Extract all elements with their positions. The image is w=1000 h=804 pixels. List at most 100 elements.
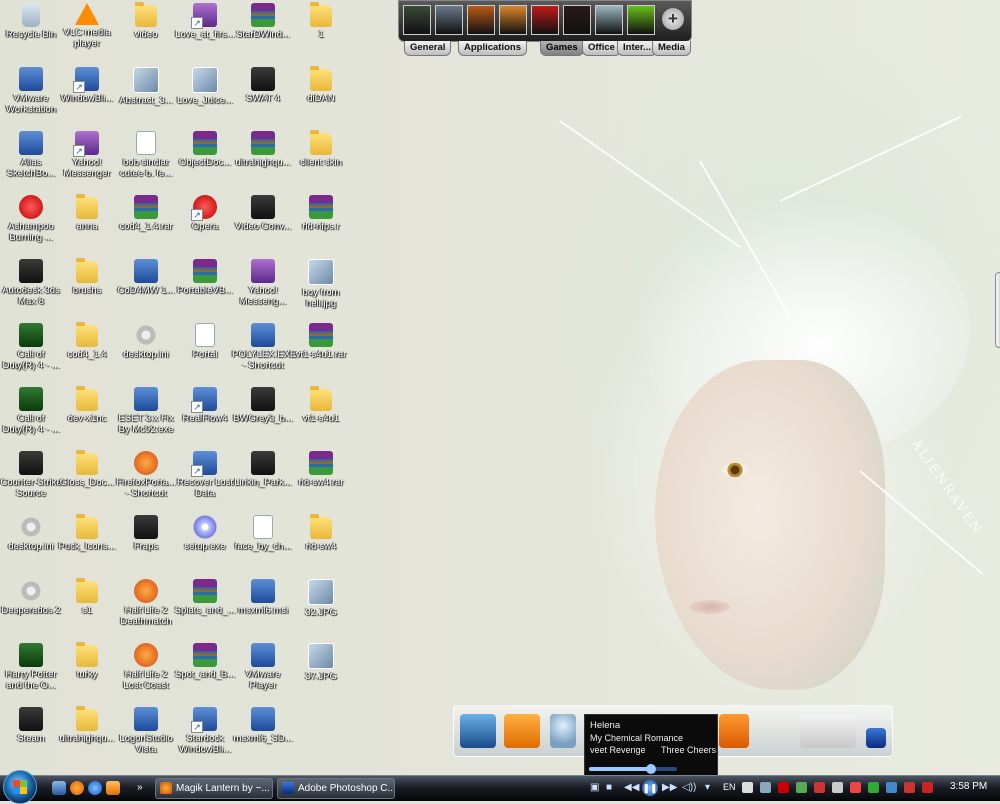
desktop-icon[interactable]: brushs [56,258,118,296]
desktop-icon[interactable]: Yahoo! Messeng... [232,259,294,307]
desktop-icon[interactable]: RealFlow4 [174,387,236,424]
desktop-icon[interactable]: Love_at_firs... [174,3,236,40]
desktop-icon[interactable]: desktop.ini [115,323,177,360]
desktop-icon[interactable]: bob sinclar cutee b. fe... [115,131,177,179]
tray-app-icon[interactable] [742,782,753,793]
desktop-icon[interactable]: vt1-s4u1 [290,386,352,424]
dock-tab[interactable]: Games [540,41,584,56]
desktop-icon[interactable]: SWAT 4 [232,67,294,104]
desktop-icon[interactable]: POLYLEX.EXE - Shortcut [232,323,296,371]
desktop-icon[interactable]: boy from hell.jpg [290,259,352,309]
tray-update-icon[interactable] [850,782,861,793]
desktop-icon[interactable]: turky [56,642,118,680]
desktop-icon[interactable]: anna [56,194,118,232]
tray-volume-icon[interactable] [832,782,843,793]
sidebar-edge-handle[interactable] [995,272,1000,348]
photoshop-task-button[interactable]: Adobe Photoshop C... [277,778,395,799]
start-button[interactable] [3,770,37,804]
desktop-icon[interactable]: VLC media player [56,3,118,49]
desktop-icon[interactable]: Call of Duty(R) 4 - ... [0,323,62,371]
tray-download-icon[interactable] [904,782,915,793]
desktop-icon[interactable]: desktop.ini [0,515,62,552]
hitman-icon[interactable] [563,5,591,35]
desktop-icon[interactable]: FirefoxPorta... - Shortcut [115,451,177,499]
desktop-icon[interactable]: Call of Duty(R) 4 - ... [0,387,62,435]
desktop-icon[interactable]: Fraps [115,515,177,552]
firefox-icon[interactable] [70,781,84,795]
desktop-icon[interactable]: LogonStudio Vista [115,707,177,755]
folder-icon[interactable] [504,714,540,748]
desktop-icon[interactable]: WindowBli... [56,67,118,104]
desktop-icon[interactable]: 37.JPG [290,643,352,682]
pause-icon[interactable]: ❚❚ [642,780,658,796]
desktop-icon[interactable]: video [115,2,177,40]
desktop-icon[interactable]: Steam [0,707,62,744]
desktop-icon[interactable]: Recover Lost Data [174,451,236,499]
desktop-icon[interactable]: diDAN [290,66,352,104]
desktop-icon[interactable]: Yahoo! Messenger [56,131,118,179]
desktop-icon[interactable]: 1 [290,2,352,40]
game-icon-8[interactable] [627,5,655,35]
dock-tab[interactable]: Office [582,41,621,56]
desktop-icon[interactable]: rld-sw4 [290,514,352,552]
media-player-icon[interactable] [719,714,749,748]
desktop-icon[interactable]: rld-nfps.r [290,195,352,232]
stop-icon[interactable]: ■ [606,781,612,795]
desktop-icon[interactable]: Recycle Bin [0,3,62,40]
desktop-icon[interactable]: Autodesk 3ds Max 8 [0,259,62,307]
desktop-icon[interactable]: VMware Player [232,643,294,691]
desktop-icon[interactable]: Gloss_Doc... [56,450,118,488]
desktop-icon[interactable]: Spot_and_B... [174,643,236,680]
game-icon-3[interactable] [467,5,495,35]
desktop[interactable]: ALIENRAVEN Recycle Bin VLC media player vi… [0,0,1000,775]
screenshot-icon[interactable] [800,714,856,748]
desktop-icon[interactable]: s1 [56,578,118,616]
dock-tab[interactable]: Inter... [617,41,657,56]
tray-msn-icon[interactable] [868,782,879,793]
desktop-icon[interactable]: Video Conv... [232,195,294,232]
desktop-icon[interactable]: Stardock WindowBli... [174,707,236,755]
tray-sync-icon[interactable] [760,782,771,793]
desktop-icon[interactable]: Abstract_3... [115,67,177,106]
magik-lantern-task-button[interactable]: Magik Lantern by ~... [155,778,273,799]
game-icon-1[interactable] [403,5,431,35]
language-indicator[interactable]: EN [723,782,736,792]
desktop-icon[interactable]: setup.exe [174,515,236,552]
desktop-icon[interactable]: Harry Potter and the O... [0,643,62,691]
dock-tab[interactable]: Media [652,41,691,56]
desktop-icon[interactable]: Opera [174,195,236,232]
dock-tab[interactable]: Applications [458,41,528,56]
desktop-icon[interactable]: cod4_1.4.rar [115,195,177,232]
desktop-icon[interactable]: StarDWind... [232,3,294,40]
desktop-icon[interactable]: Alias SketchBo... [0,131,62,179]
tray-misc-icon[interactable] [922,782,933,793]
desktop-icon[interactable]: Linkin_Park... [232,451,294,488]
photoshop-icon[interactable] [866,728,886,748]
desktop-icon[interactable]: 32.JPG [290,579,352,618]
quicklaunch-overflow[interactable]: » [137,781,143,795]
desktop-icon[interactable]: Puck_Icons... [56,514,118,552]
show-desktop-icon[interactable] [52,781,66,795]
desktop-icon[interactable]: msxml6.msi [232,579,294,616]
desktop-icon[interactable]: client skin [290,130,352,168]
desktop-icon[interactable]: Splats_and_... [174,579,236,616]
desktop-icon[interactable]: Counter-Strike Source [0,451,62,499]
desktop-icon[interactable]: ObjectDoc... [174,131,236,168]
tray-network-icon[interactable] [796,782,807,793]
desktop-icon[interactable]: Love_Juice... [174,67,236,106]
desktop-icon[interactable]: vt1-s4u1.rar [290,323,352,360]
next-icon[interactable]: ▶▶ [662,781,677,795]
desktop-icon[interactable]: Portal [174,323,236,360]
desktop-icon[interactable]: ultrahighqu... [56,706,118,744]
gears-of-war-icon[interactable] [531,5,559,35]
dock-tab[interactable]: General [404,41,452,56]
desktop-icon[interactable]: VMware Workstation [0,67,62,115]
desktop-icon[interactable]: rld-sw4.rar [290,451,352,488]
previous-icon[interactable]: ◀◀ [624,781,639,795]
game-icon-7[interactable] [595,5,623,35]
desktop-icon[interactable]: face_by_ch... [232,515,294,552]
track-progress-knob[interactable] [645,764,656,774]
mini-player-icon[interactable]: ▣ [590,781,599,795]
desktop-icon[interactable]: Half Life 2 Lost Coast [115,643,177,691]
desktop-icon[interactable]: PortableVB... [174,259,236,296]
